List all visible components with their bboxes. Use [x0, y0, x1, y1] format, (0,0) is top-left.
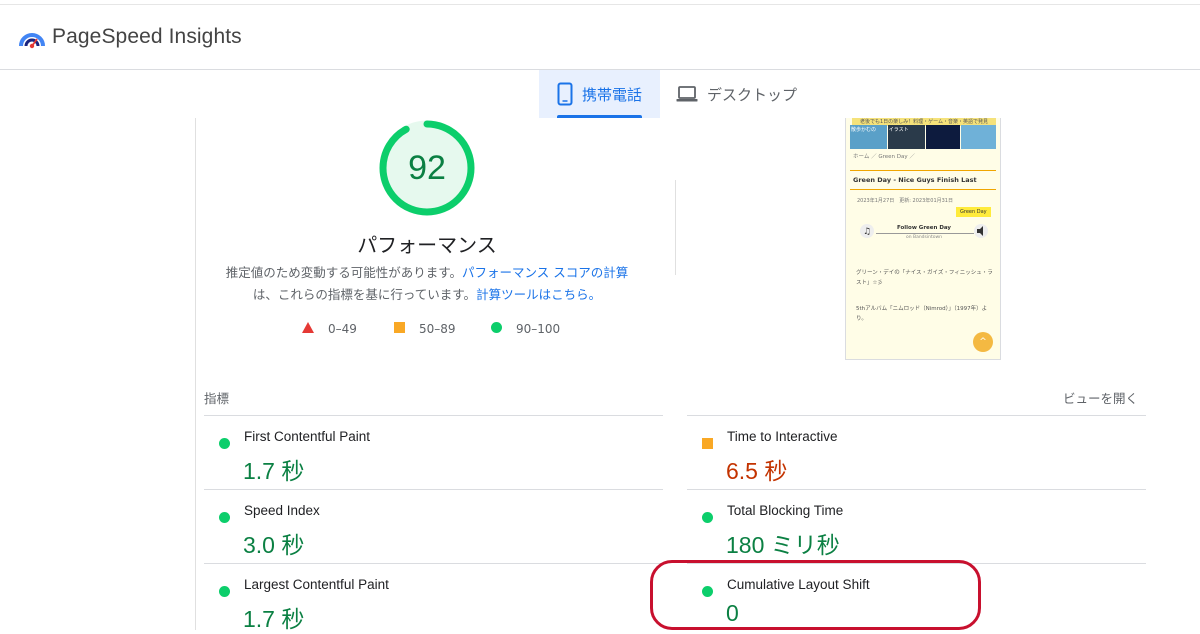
screenshot-date: 2023年1月27日 更新: 2023年01月31日: [857, 198, 953, 204]
legend-fail-range: 0–49: [328, 322, 357, 336]
tab-desktop[interactable]: デスクトップ: [676, 70, 826, 118]
pass-dot-icon: [702, 582, 713, 601]
performance-description: 推定値のため変動する可能性があります。パフォーマンス スコアの計算 は、これらの…: [220, 262, 634, 306]
vertical-divider: [675, 180, 676, 275]
metric-value: 180 ミリ秒: [726, 532, 840, 558]
pass-dot-icon: [219, 508, 230, 527]
final-screenshot: 老後でも1日の楽しみ！料理・ゲーム・音楽・英語で発見 散歩かむの イラスト ホー…: [845, 118, 1001, 360]
metric-name: Total Blocking Time: [727, 503, 844, 518]
screenshot-text-1: グリーン・デイの「ナイス・ガイズ・フィニッシュ・ラスト」☆彡: [856, 270, 993, 286]
calculator-link[interactable]: 計算ツールはこちら。: [476, 287, 601, 302]
green-circle-icon: [491, 322, 502, 336]
legend-average: 50–89: [394, 322, 456, 336]
pass-dot-icon: [702, 508, 713, 527]
metric-first-contentful-paint: First Contentful Paint 1.7 秒: [204, 415, 663, 489]
pagespeed-logo-icon[interactable]: [19, 26, 45, 52]
desc-prefix: 推定値のため変動する可能性があります。: [225, 265, 463, 280]
legend-pass-range: 90–100: [516, 322, 561, 336]
red-triangle-icon: [302, 322, 314, 336]
metric-total-blocking-time: Total Blocking Time 180 ミリ秒: [687, 489, 1146, 563]
screenshot-image-3: [925, 125, 961, 149]
pass-dot-icon: [219, 582, 230, 601]
music-note-icon: ♫: [860, 224, 874, 238]
metric-name: Speed Index: [244, 503, 320, 518]
metric-speed-index: Speed Index 3.0 秒: [204, 489, 663, 563]
performance-label: パフォーマンス: [357, 233, 497, 257]
player-subtitle: on Bandsintown: [905, 235, 943, 240]
average-square-icon: [702, 434, 713, 453]
metric-name: Largest Contentful Paint: [244, 577, 389, 592]
metric-value: 0: [726, 600, 739, 626]
metric-time-to-interactive: Time to Interactive 6.5 秒: [687, 415, 1146, 489]
desc-middle: は、これらの指標を基に行っています。: [252, 287, 477, 302]
expand-view-toggle[interactable]: ビューを開く: [1040, 388, 1138, 407]
metrics-heading: 指標: [204, 391, 230, 406]
tab-mobile-label: 携帯電話: [582, 85, 643, 104]
screenshot-post-title: Green Day - Nice Guys Finish Last: [850, 170, 996, 190]
app-title[interactable]: PageSpeed Insights: [52, 25, 242, 49]
performance-score: 92: [408, 149, 446, 187]
metric-name: First Contentful Paint: [244, 429, 371, 444]
screenshot-tag: Green Day: [956, 207, 991, 217]
metric-name: Time to Interactive: [727, 429, 838, 444]
metric-largest-contentful-paint: Largest Contentful Paint 1.7 秒: [204, 563, 663, 632]
metric-value: 6.5 秒: [726, 458, 788, 484]
legend-pass: 90–100: [491, 322, 560, 336]
metric-value: 1.7 秒: [243, 606, 305, 632]
smartphone-icon: [557, 82, 573, 106]
screenshot-player: ♫ Follow Green Day on Bandsintown: [858, 222, 990, 246]
pass-dot-icon: [219, 434, 230, 453]
metric-cumulative-layout-shift: Cumulative Layout Shift 0: [687, 563, 1146, 630]
device-tabs: 携帯電話 デスクトップ: [0, 70, 1200, 118]
screenshot-header-images: 散歩かむの イラスト: [850, 125, 997, 149]
screenshot-image-1: 散歩かむの: [850, 125, 887, 149]
speaker-icon: [974, 224, 988, 238]
player-line: [876, 233, 974, 234]
svg-text:♫: ♫: [863, 227, 871, 237]
player-title: Follow Green Day: [896, 225, 952, 231]
orange-square-icon: [394, 322, 405, 336]
metric-name: Cumulative Layout Shift: [727, 577, 870, 592]
scroll-top-button: ^: [973, 332, 993, 352]
screenshot-image-4: [961, 125, 996, 149]
laptop-icon: [676, 85, 698, 103]
screenshot-image-2: イラスト: [887, 125, 925, 149]
metric-value: 1.7 秒: [243, 458, 305, 484]
screenshot-breadcrumb: ホーム ／ Green Day ／: [853, 154, 915, 160]
tab-mobile[interactable]: 携帯電話: [539, 70, 660, 118]
score-calculation-link[interactable]: パフォーマンス スコアの計算: [462, 265, 628, 280]
tab-desktop-label: デスクトップ: [707, 85, 798, 104]
legend-average-range: 50–89: [419, 322, 456, 336]
screenshot-text-2: 5thアルバム「ニムロッド（Nimrod）」（1997年）より。: [856, 306, 988, 322]
metric-value: 3.0 秒: [243, 532, 305, 558]
header: PageSpeed Insights: [0, 5, 1200, 70]
legend-fail: 0–49: [302, 322, 357, 336]
